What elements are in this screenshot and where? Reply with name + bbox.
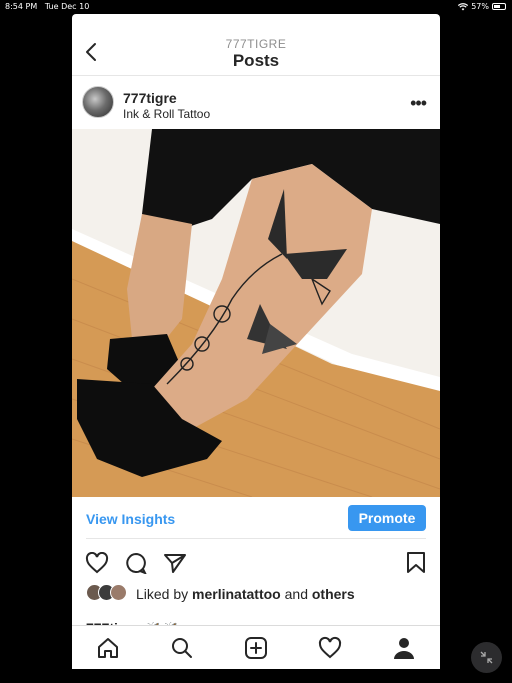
- collapse-arrows-icon: [480, 651, 493, 664]
- promote-button[interactable]: Promote: [348, 505, 426, 531]
- avatar: [110, 584, 127, 601]
- battery-percent: 57%: [471, 2, 489, 11]
- battery-icon: [492, 3, 506, 10]
- post-username[interactable]: 777tigre: [123, 90, 177, 106]
- activity-heart-icon[interactable]: [318, 636, 342, 660]
- likes-row: Liked by merlinatattoo and others: [72, 584, 440, 606]
- post-actions: [72, 539, 440, 584]
- tattoo-photo-illustration: [72, 129, 440, 497]
- bottom-tab-bar: [72, 625, 440, 669]
- bookmark-icon[interactable]: [406, 551, 426, 574]
- comment-icon[interactable]: [124, 552, 148, 574]
- status-right: 57%: [458, 2, 506, 11]
- instagram-post-screen: 777TIGRE Posts 777tigre Ink & Roll Tatto…: [72, 14, 440, 669]
- new-post-icon[interactable]: [244, 636, 268, 660]
- wifi-icon: [458, 2, 469, 10]
- page-title: Posts: [232, 51, 280, 70]
- post-location[interactable]: Ink & Roll Tattoo: [123, 107, 210, 121]
- search-icon[interactable]: [170, 636, 194, 660]
- assistive-touch-button[interactable]: [471, 642, 502, 673]
- share-icon[interactable]: [163, 552, 187, 574]
- profile-name-header: 777TIGRE: [225, 37, 287, 51]
- view-insights-link[interactable]: View Insights: [86, 511, 175, 527]
- heart-icon[interactable]: [85, 552, 109, 574]
- liker-avatars[interactable]: [86, 584, 132, 602]
- status-time-date: 8:54 PM Tue Dec 10: [5, 2, 90, 11]
- home-icon[interactable]: [96, 636, 120, 660]
- avatar[interactable]: [82, 86, 114, 118]
- post-photo[interactable]: [72, 129, 440, 497]
- liked-by-text[interactable]: Liked by merlinatattoo and others: [136, 586, 355, 602]
- more-options-icon[interactable]: •••: [410, 94, 427, 112]
- insights-bar: View Insights Promote: [86, 497, 426, 539]
- navigation-bar: 777TIGRE Posts: [72, 14, 440, 76]
- status-bar: 8:54 PM Tue Dec 10 57%: [0, 0, 512, 14]
- profile-icon[interactable]: [392, 636, 416, 660]
- post-header: 777tigre Ink & Roll Tattoo •••: [72, 76, 440, 129]
